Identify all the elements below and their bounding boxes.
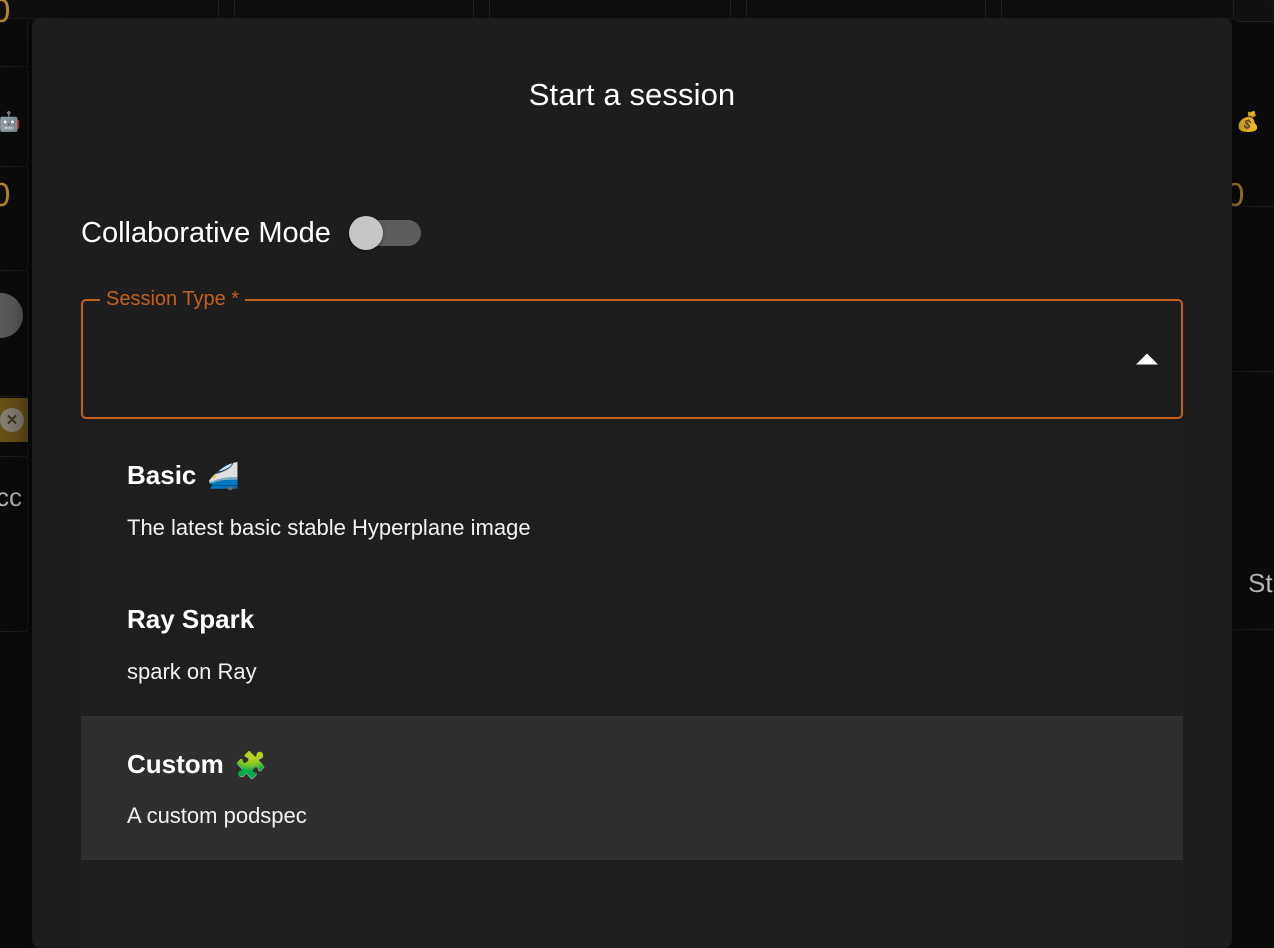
toggle-knob[interactable] bbox=[348, 216, 383, 250]
background-text-fragment: cc bbox=[0, 482, 22, 512]
background-card bbox=[1233, 0, 1274, 22]
close-icon[interactable]: ✕ bbox=[0, 408, 24, 432]
background-column-divider bbox=[218, 0, 219, 19]
app-root: 0 0 0 🤖 💰 ✕ cc St Start a session Collab… bbox=[0, 0, 1274, 948]
collaborative-mode-row: Collaborative Mode bbox=[81, 209, 421, 257]
robot-emoji: 🤖 bbox=[0, 112, 21, 133]
background-column-divider bbox=[234, 0, 235, 19]
collaborative-mode-toggle[interactable] bbox=[348, 216, 421, 250]
collaborative-mode-label: Collaborative Mode bbox=[81, 216, 331, 249]
puzzle-piece-emoji: 🧩 bbox=[234, 749, 268, 780]
background-value: 0 bbox=[0, 176, 11, 213]
background-text-fragment: St bbox=[1248, 568, 1273, 598]
session-type-select[interactable]: Session Type * bbox=[81, 289, 1183, 419]
list-item[interactable]: Custom 🧩 A custom podspec bbox=[81, 715, 1183, 860]
background-value: 0 bbox=[0, 0, 11, 29]
background-column-divider bbox=[1001, 0, 1002, 19]
background-column-divider bbox=[985, 0, 986, 19]
option-description: The latest basic stable Hyperplane image bbox=[127, 514, 531, 540]
background-column-divider bbox=[730, 0, 731, 19]
list-item[interactable]: Ray Spark spark on Ray bbox=[81, 571, 1183, 715]
option-name: Ray Spark bbox=[127, 604, 255, 635]
chevron-up-icon[interactable] bbox=[1136, 353, 1158, 365]
option-description: spark on Ray bbox=[127, 659, 257, 685]
option-name: Custom bbox=[127, 748, 224, 779]
background-column-divider bbox=[473, 0, 474, 19]
money-bag-emoji: 💰 bbox=[1236, 112, 1260, 133]
start-session-modal: Start a session Collaborative Mode Sessi… bbox=[32, 18, 1232, 948]
background-top-row bbox=[0, 0, 1274, 19]
option-title-row: Ray Spark bbox=[127, 604, 1137, 635]
background-cell bbox=[1228, 500, 1274, 630]
option-name: Basic bbox=[127, 460, 197, 490]
session-type-label: Session Type * bbox=[100, 289, 246, 309]
option-title-row: Basic 🚄 bbox=[127, 460, 1137, 491]
list-item[interactable]: Basic 🚄 The latest basic stable Hyperpla… bbox=[81, 427, 1183, 571]
bullet-train-emoji: 🚄 bbox=[207, 460, 240, 491]
status-badge[interactable]: ✕ bbox=[0, 398, 28, 442]
background-column-divider bbox=[746, 0, 747, 19]
session-type-options-list[interactable]: Basic 🚄 The latest basic stable Hyperpla… bbox=[81, 427, 1183, 948]
background-column-divider bbox=[489, 0, 490, 19]
page-title: Start a session bbox=[528, 77, 736, 112]
option-title-row: Custom 🧩 bbox=[127, 748, 1137, 780]
background-cell bbox=[1228, 207, 1274, 372]
option-description: A custom podspec bbox=[127, 803, 307, 829]
